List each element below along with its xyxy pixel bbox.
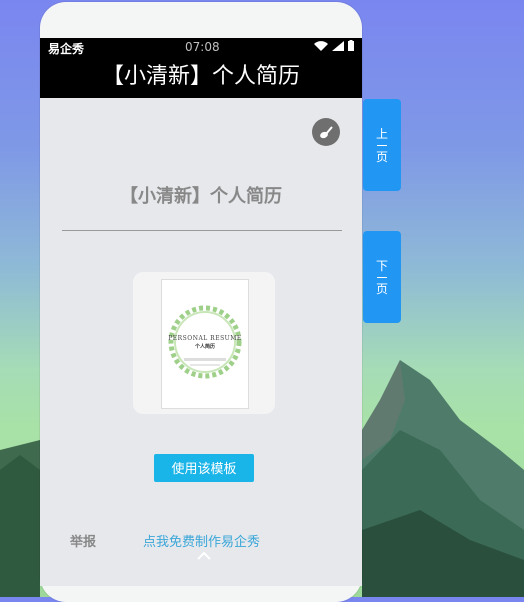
status-icons <box>314 40 354 51</box>
page-title: 【小清新】个人简历 <box>101 64 300 89</box>
resume-preview-subtitle: 个人简历 <box>194 344 215 350</box>
prev-page-button[interactable]: 上 页 <box>363 99 401 191</box>
signal-icon <box>332 40 344 51</box>
battery-icon <box>348 40 354 51</box>
template-thumbnail[interactable]: PERSONAL RESUME 个人简历 <box>133 272 275 414</box>
prev-page-label-top: 上 <box>375 126 388 141</box>
next-page-separator <box>377 276 387 278</box>
status-bar: 易企秀 07:08 <box>40 38 362 56</box>
template-heading: 【小清新】个人简历 <box>120 186 282 207</box>
prev-page-separator <box>377 144 387 146</box>
carrier-label: 易企秀 <box>48 42 85 56</box>
resume-preview: PERSONAL RESUME 个人简历 <box>161 279 249 409</box>
wifi-icon <box>314 40 328 51</box>
promo-link[interactable]: 点我免费制作易企秀 <box>143 531 260 550</box>
next-page-button[interactable]: 下 页 <box>363 231 401 323</box>
divider <box>62 230 342 231</box>
phone-screen: 易企秀 07:08 【小清新】个人简历 【小清新】个人简历 PERSONAL R… <box>40 38 362 586</box>
next-page-label-bottom: 页 <box>375 281 388 296</box>
phone-frame: 易企秀 07:08 【小清新】个人简历 【小清新】个人简历 PERSONAL R… <box>40 2 362 602</box>
music-icon <box>320 126 333 139</box>
status-time: 07:08 <box>185 40 220 54</box>
report-link[interactable]: 举报 <box>70 531 96 550</box>
page-title-bar: 【小清新】个人简历 <box>40 56 362 98</box>
next-page-label-top: 下 <box>375 258 388 273</box>
chevron-up-icon <box>197 551 211 560</box>
resume-preview-title: PERSONAL RESUME <box>168 335 242 342</box>
prev-page-label-bottom: 页 <box>375 149 388 164</box>
music-button[interactable] <box>312 118 340 146</box>
use-template-button[interactable]: 使用该模板 <box>154 454 254 482</box>
